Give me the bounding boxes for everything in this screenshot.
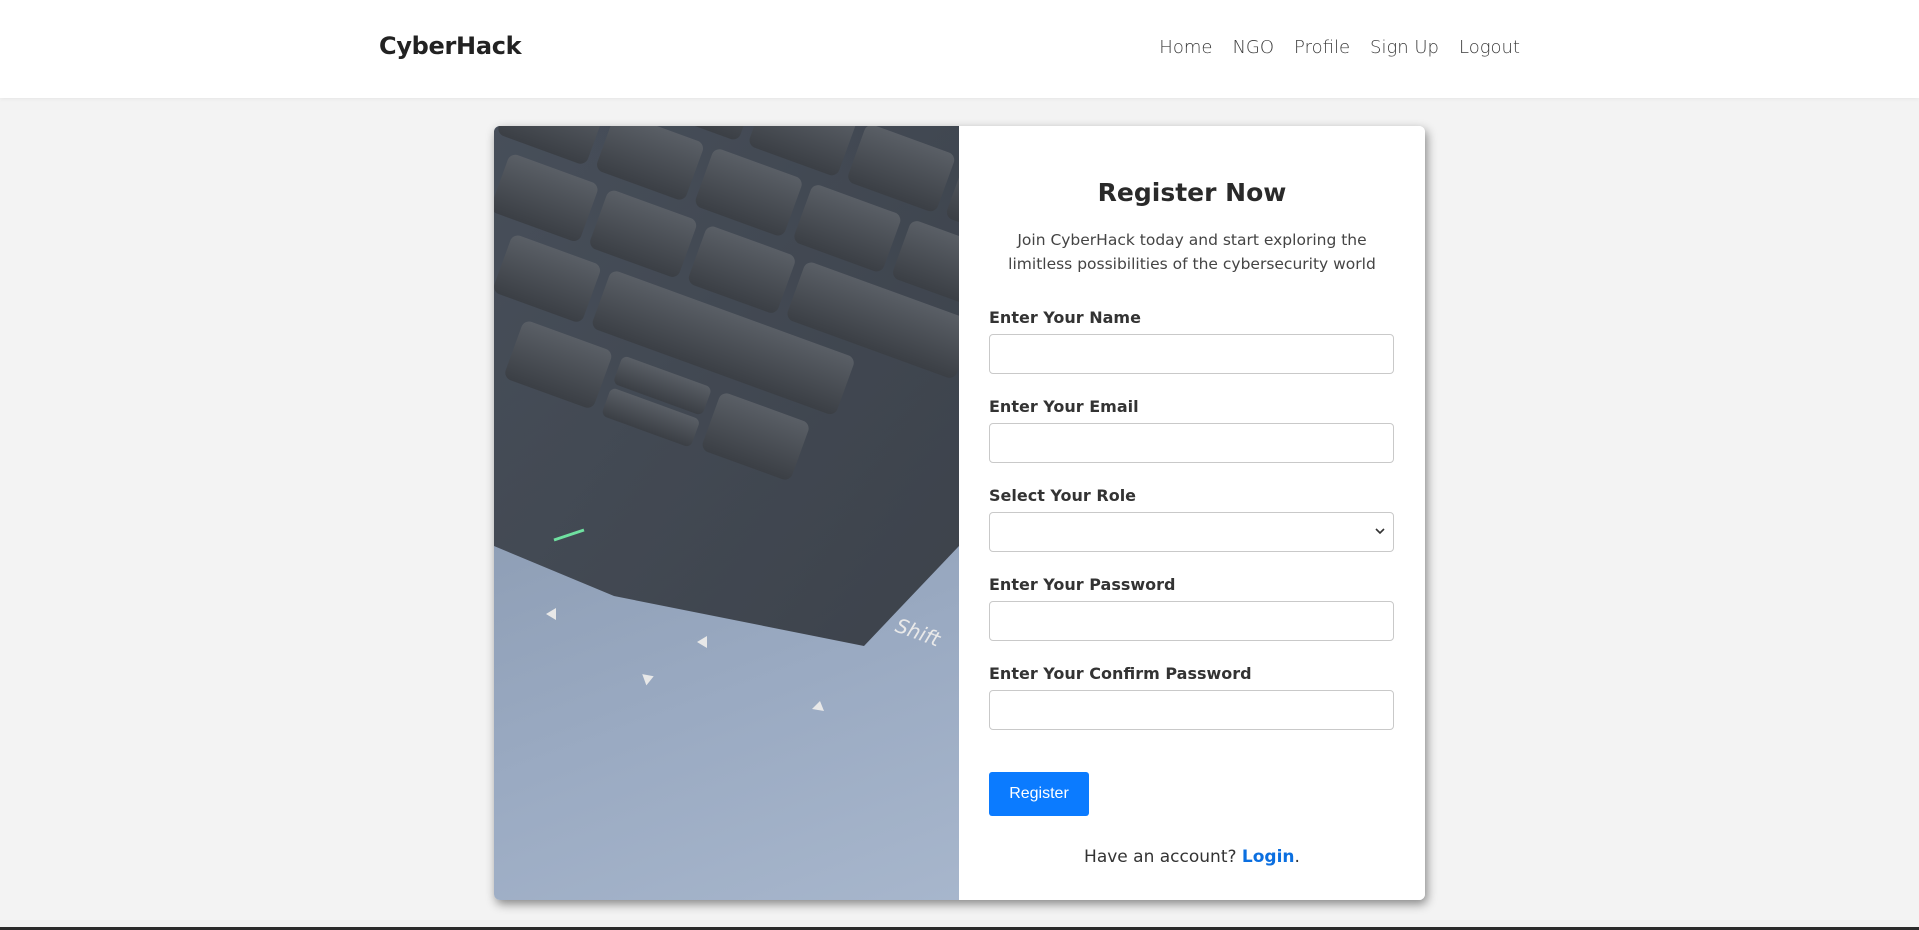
role-select[interactable] xyxy=(989,512,1394,552)
password-input[interactable] xyxy=(989,601,1394,641)
shift-key-label: Shift xyxy=(892,613,944,652)
form-title: Register Now xyxy=(1097,178,1287,207)
password-label: Enter Your Password xyxy=(989,575,1176,594)
name-label: Enter Your Name xyxy=(989,308,1141,327)
brand-logo[interactable]: CyberHack xyxy=(379,32,522,60)
name-input[interactable] xyxy=(989,334,1394,374)
email-label: Enter Your Email xyxy=(989,397,1139,416)
confirm-password-label: Enter Your Confirm Password xyxy=(989,664,1252,683)
confirm-password-input[interactable] xyxy=(989,690,1394,730)
register-form: Register Now Join CyberHack today and st… xyxy=(959,126,1425,900)
nav-menu: Home NGO Profile Sign Up Logout xyxy=(1159,37,1520,58)
nav-link-home[interactable]: Home xyxy=(1159,37,1212,58)
keyboard-illustration: Shift xyxy=(494,126,959,711)
nav-link-ngo[interactable]: NGO xyxy=(1232,37,1274,58)
keyboard-hero-image: Shift xyxy=(494,126,959,900)
nav-link-profile[interactable]: Profile xyxy=(1294,37,1350,58)
login-prompt: Have an account? Login. xyxy=(959,847,1425,867)
register-button[interactable]: Register xyxy=(989,772,1089,816)
register-card: Shift Register Now Join CyberHack today … xyxy=(494,126,1425,900)
chevron-down-icon xyxy=(1375,528,1385,535)
login-suffix: . xyxy=(1294,847,1300,867)
role-label: Select Your Role xyxy=(989,486,1137,505)
login-link[interactable]: Login xyxy=(1242,847,1295,867)
nav-link-logout[interactable]: Logout xyxy=(1459,37,1520,58)
nav-link-sign-up[interactable]: Sign Up xyxy=(1370,37,1439,58)
login-prompt-text: Have an account? xyxy=(1084,847,1237,867)
top-navbar: CyberHack Home NGO Profile Sign Up Logou… xyxy=(0,0,1919,98)
email-input[interactable] xyxy=(989,423,1394,463)
form-subtitle: Join CyberHack today and start exploring… xyxy=(1008,231,1376,273)
